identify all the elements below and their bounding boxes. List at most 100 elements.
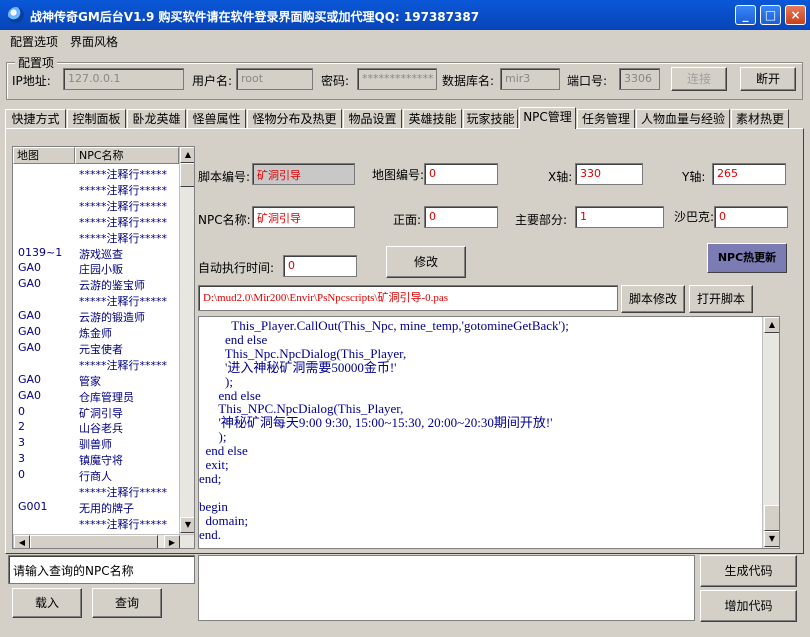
list-item[interactable]: *****注释行***** [13, 357, 179, 373]
tab-player-skills[interactable]: 玩家技能 [463, 109, 518, 128]
generate-code-button[interactable]: 生成代码 [700, 555, 797, 587]
list-item[interactable]: *****注释行***** [13, 484, 179, 500]
map-no-label: 地图编号: [372, 168, 425, 182]
list-item[interactable]: *****注释行***** [13, 166, 179, 182]
face-field[interactable]: 0 [424, 206, 498, 228]
list-item[interactable]: GA0 元宝使者 [13, 341, 179, 357]
list-item-npc-name: *****注释行***** [79, 231, 167, 245]
code-line: ); [199, 429, 227, 445]
scroll-up-arrow-icon[interactable]: ▲ [180, 147, 194, 163]
list-item[interactable]: GA0 庄园小贩 [13, 261, 179, 277]
query-button[interactable]: 查询 [92, 588, 162, 618]
script-code-editor[interactable]: This_Player.CallOut(This_Npc, mine_temp,… [198, 316, 780, 549]
output-textarea[interactable] [198, 555, 695, 621]
list-item[interactable]: 2 山谷老兵 [13, 420, 179, 436]
tab-asset-hotupdate[interactable]: 素材热更 [731, 109, 789, 128]
db-field[interactable]: mir3 [500, 68, 560, 90]
list-item[interactable]: GA0 云游的鉴宝师 [13, 277, 179, 293]
script-path-field[interactable]: D:\mud2.0\Mir200\Envir\PsNpcscripts\矿洞引导… [198, 285, 618, 311]
modify-button[interactable]: 修改 [386, 246, 466, 278]
tab-monster-attr[interactable]: 怪兽属性 [187, 109, 246, 128]
connect-button[interactable]: 连接 [671, 67, 727, 91]
list-item[interactable]: *****注释行***** [13, 182, 179, 198]
password-field[interactable]: ************* [357, 68, 437, 90]
tab-hero-skills[interactable]: 英雄技能 [403, 109, 462, 128]
list-item[interactable]: G001 无用的牌子 [13, 500, 179, 516]
x-axis-field[interactable]: 330 [575, 163, 643, 185]
load-button[interactable]: 载入 [12, 588, 82, 618]
ip-field[interactable]: 127.0.0.1 [63, 68, 184, 90]
tab-shortcuts[interactable]: 快捷方式 [5, 109, 66, 128]
npc-list[interactable]: 地图 NPC名称 *****注释行***** *****注释行***** *****… [12, 146, 195, 549]
list-item[interactable]: GA0 仓库管理员 [13, 389, 179, 405]
menu-config-options[interactable]: 配置选项 [10, 33, 58, 50]
script-modify-button[interactable]: 脚本修改 [621, 285, 685, 313]
list-item[interactable]: *****注释行***** [13, 516, 179, 532]
tab-quest-manage[interactable]: 任务管理 [577, 109, 635, 128]
scroll-right-arrow-icon[interactable]: ▶ [164, 535, 180, 548]
minimize-button[interactable]: _ [735, 5, 756, 25]
list-item[interactable]: 0 行商人 [13, 468, 179, 484]
editor-scroll-up-icon[interactable]: ▲ [764, 317, 779, 333]
code-line: '神秘矿洞每天9:00 9:30, 15:00~15:30, 20:00~20:… [199, 415, 553, 431]
editor-vertical-scrollbar[interactable]: ▲ ▼ [762, 317, 779, 548]
maximize-button[interactable]: □ [760, 5, 781, 25]
tab-item-settings[interactable]: 物品设置 [343, 109, 402, 128]
list-vertical-scrollbar[interactable]: ▲ ▼ [179, 147, 194, 534]
list-item[interactable]: *****注释行***** [13, 230, 179, 246]
tab-monster-distribution[interactable]: 怪物分布及热更 [247, 109, 342, 128]
list-item-map: GA0 [18, 277, 42, 291]
list-item[interactable]: *****注释行***** [13, 198, 179, 214]
sabak-field[interactable]: 0 [714, 206, 788, 228]
tab-npc-manage[interactable]: NPC管理 [519, 107, 576, 129]
list-item[interactable]: 0139~1 游戏巡查 [13, 246, 179, 262]
y-axis-field[interactable]: 265 [712, 163, 786, 185]
list-item[interactable]: 3 镇魔守将 [13, 452, 179, 468]
tab-control-panel[interactable]: 控制面板 [67, 109, 126, 128]
add-code-button[interactable]: 增加代码 [700, 590, 797, 622]
list-item-map: GA0 [18, 388, 42, 402]
open-script-button[interactable]: 打开脚本 [689, 285, 753, 313]
ip-label: IP地址: [12, 74, 51, 88]
scroll-left-arrow-icon[interactable]: ◀ [14, 535, 30, 548]
col-header-map[interactable]: 地图 [13, 147, 75, 164]
hscroll-thumb[interactable] [30, 535, 158, 548]
list-item-npc-name: 元宝使者 [79, 342, 123, 356]
list-item[interactable]: 0 矿洞引导 [13, 405, 179, 421]
map-no-field[interactable]: 0 [424, 163, 498, 185]
disconnect-button[interactable]: 断开 [740, 67, 796, 91]
col-header-npc-name[interactable]: NPC名称 [75, 147, 179, 164]
list-item[interactable]: *****注释行***** [13, 214, 179, 230]
npc-name-label: NPC名称: [198, 213, 251, 227]
npc-name-field[interactable]: 矿洞引导 [252, 206, 355, 228]
scroll-down-arrow-icon[interactable]: ▼ [180, 517, 194, 533]
list-item-npc-name: *****注释行***** [79, 199, 167, 213]
menu-ui-style[interactable]: 界面风格 [70, 33, 118, 50]
port-field[interactable]: 3306 [619, 68, 660, 90]
list-item[interactable]: GA0 炼金师 [13, 325, 179, 341]
editor-scroll-down-icon[interactable]: ▼ [764, 531, 779, 547]
tab-hp-exp[interactable]: 人物血量与经验 [636, 109, 730, 128]
list-item[interactable]: 3 驯兽师 [13, 436, 179, 452]
npc-search-input[interactable]: 请输入查询的NPC名称 [8, 555, 195, 584]
list-item-npc-name: 山谷老兵 [79, 422, 123, 436]
list-item[interactable]: GA0 管家 [13, 373, 179, 389]
title-bar[interactable]: 战神传奇GM后台V1.9 购买软件请在软件登录界面购买或加代理QQ: 19738… [0, 0, 810, 30]
auto-exec-time-field[interactable]: 0 [283, 255, 357, 277]
list-item-npc-name: 镇魔守将 [79, 454, 123, 468]
list-item[interactable]: GA0 云游的锻造师 [13, 309, 179, 325]
list-horizontal-scrollbar[interactable]: ◀ ▶ [13, 534, 194, 548]
script-no-field[interactable]: 矿洞引导 [252, 163, 355, 185]
list-item[interactable]: *****注释行***** [13, 293, 179, 309]
list-item-npc-name: *****注释行***** [79, 486, 167, 499]
main-part-field[interactable]: 1 [575, 206, 664, 228]
npc-hot-update-button[interactable]: NPC热更新 [707, 243, 787, 273]
x-axis-label: X轴: [548, 170, 573, 184]
editor-scroll-thumb[interactable] [764, 505, 779, 531]
code-line: end else [199, 387, 261, 403]
tab-wolong-hero[interactable]: 卧龙英雄 [127, 109, 186, 128]
user-label: 用户名: [192, 74, 233, 88]
close-button[interactable]: × [785, 5, 806, 25]
scroll-thumb[interactable] [180, 163, 194, 187]
user-field[interactable]: root [236, 68, 313, 90]
